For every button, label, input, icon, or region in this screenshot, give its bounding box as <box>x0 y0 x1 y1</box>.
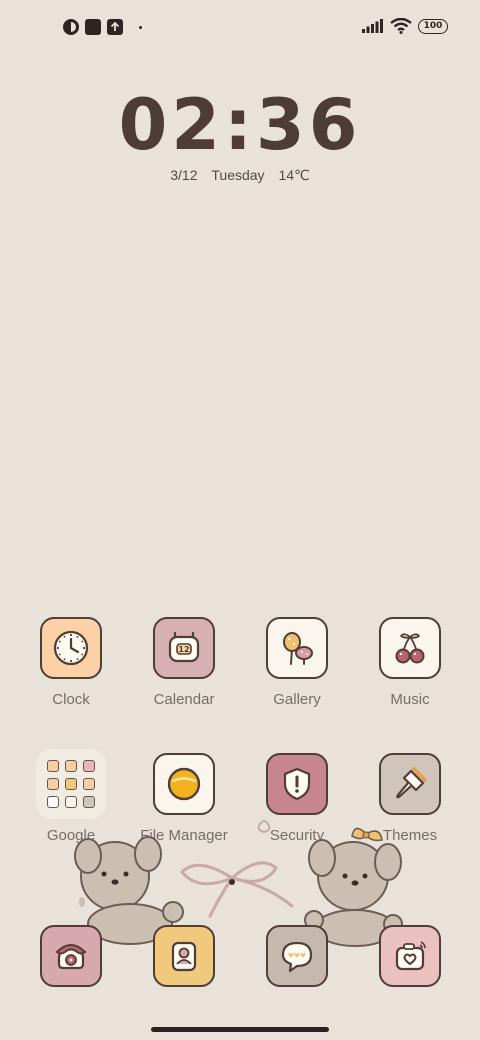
mini-app-icon <box>47 796 59 808</box>
more-dot-icon <box>139 25 142 29</box>
phone-icon <box>40 925 102 987</box>
weekday-text: Tuesday <box>211 167 265 183</box>
signal-icon <box>362 19 383 33</box>
clock-time[interactable]: 02:36 <box>0 84 480 166</box>
battery-level: 100 <box>423 21 443 31</box>
date-text: 3/12 <box>170 167 198 183</box>
mini-app-icon <box>65 760 77 772</box>
status-left-icons <box>63 19 142 35</box>
app-label: Clock <box>52 691 90 708</box>
app-calendar[interactable]: 12 Calendar <box>134 617 234 708</box>
calendar-icon: 12 <box>153 617 215 679</box>
messages-icon <box>266 925 328 987</box>
dock-camera[interactable] <box>360 925 460 987</box>
status-right-icons: 100 <box>362 18 448 34</box>
app-label: Music <box>390 691 430 708</box>
mini-app-icon <box>65 778 77 790</box>
app-music[interactable]: Music <box>360 617 460 708</box>
status-bar: 100 <box>0 0 480 56</box>
dock-contacts[interactable] <box>134 925 234 987</box>
dock-phone[interactable] <box>21 925 121 987</box>
mini-app-icon <box>83 796 95 808</box>
wifi-icon <box>390 18 412 34</box>
camera-icon <box>379 925 441 987</box>
dock-messages[interactable] <box>247 925 347 987</box>
contacts-icon <box>153 925 215 987</box>
battery-icon: 100 <box>418 18 448 34</box>
upload-icon <box>107 19 123 35</box>
mini-app-icon <box>47 760 59 772</box>
app-clock[interactable]: Clock <box>21 617 121 708</box>
cherry-icon <box>379 617 441 679</box>
gallery-icon <box>266 617 328 679</box>
data-saver-icon <box>63 19 79 35</box>
notification-square-icon <box>85 19 101 35</box>
clock-icon <box>40 617 102 679</box>
mini-app-icon <box>83 778 95 790</box>
mini-app-icon <box>83 760 95 772</box>
home-indicator[interactable] <box>151 1027 329 1032</box>
temperature-text: 14℃ <box>278 167 310 183</box>
app-label: Gallery <box>273 691 321 708</box>
app-label: Calendar <box>153 691 215 708</box>
brush-icon <box>379 753 441 815</box>
folder-icon <box>36 749 106 819</box>
file-manager-icon <box>153 753 215 815</box>
mini-app-icon <box>47 778 59 790</box>
clock-date[interactable]: 3/12 Tuesday 14℃ <box>0 167 480 184</box>
app-gallery[interactable]: Gallery <box>247 617 347 708</box>
security-icon <box>266 753 328 815</box>
mini-app-icon <box>65 796 77 808</box>
svg-text:12: 12 <box>178 645 189 654</box>
